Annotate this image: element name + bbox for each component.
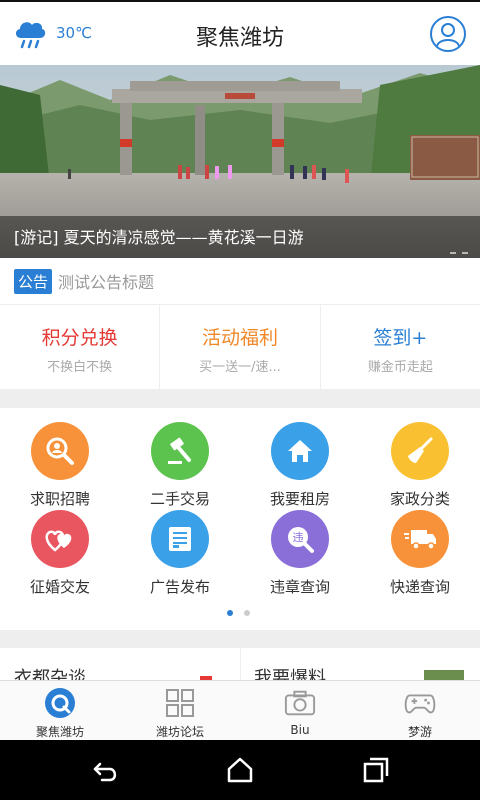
- service-label: 求职招聘: [29, 490, 90, 508]
- feed-card-thumbnail: [424, 670, 464, 680]
- service-item-secondhand[interactable]: 二手交易: [120, 422, 240, 509]
- user-avatar-icon[interactable]: [429, 15, 467, 53]
- service-label: 征婚交友: [29, 578, 90, 596]
- quick-card-welfare[interactable]: 活动福利 买一送一/速...: [160, 305, 321, 389]
- feed-preview: 衣都杂谈 我要爆料: [0, 648, 480, 680]
- focus-icon: [44, 687, 76, 719]
- notice-badge: 公告: [14, 268, 53, 294]
- service-grid: 求职招聘 二手交易 我要租房 家政分类 征婚交友 广告发布 违 违章查询 快递查…: [0, 408, 480, 630]
- gamepad-icon: [404, 687, 436, 719]
- grid-icon: [164, 687, 196, 719]
- service-item-express[interactable]: 快递查询: [360, 510, 480, 597]
- service-item-jobs[interactable]: 求职招聘: [0, 422, 120, 509]
- quick-card-points[interactable]: 积分兑换 不换白不换: [0, 305, 161, 389]
- tab-focus[interactable]: 聚焦潍坊: [0, 681, 120, 740]
- feed-card-title[interactable]: 我要爆料: [254, 664, 326, 680]
- back-icon[interactable]: [92, 756, 120, 784]
- broom-icon: [391, 422, 449, 480]
- tab-forum[interactable]: 潍坊论坛: [120, 681, 240, 740]
- banner-caption[interactable]: [游记] 夏天的清凉感觉——黄花溪一日游: [14, 224, 304, 248]
- banner-carousel[interactable]: [游记] 夏天的清凉感觉——黄花溪一日游: [0, 65, 480, 258]
- home-icon[interactable]: [226, 756, 254, 784]
- violation-search-icon: 违: [271, 510, 329, 568]
- service-item-ads[interactable]: 广告发布: [120, 510, 240, 597]
- quick-card-subtitle: 买一送一/速...: [199, 360, 281, 375]
- quick-card-title: 活动福利: [201, 327, 278, 349]
- service-label: 广告发布: [149, 578, 210, 596]
- notice-bar[interactable]: 公告 测试公告标题: [0, 258, 480, 305]
- tab-label: Biu: [290, 723, 310, 737]
- app-header: 30℃ 聚焦潍坊: [0, 2, 480, 65]
- tab-label: 聚焦潍坊: [35, 725, 84, 739]
- service-label: 家政分类: [389, 490, 450, 508]
- section-divider: [0, 630, 480, 648]
- tab-biu[interactable]: Biu: [240, 681, 360, 740]
- quick-card-title: 积分兑换: [41, 327, 118, 349]
- quick-card-subtitle: 不换白不换: [47, 360, 113, 375]
- svg-text:违: 违: [293, 531, 304, 544]
- service-item-violation[interactable]: 违 违章查询: [240, 510, 360, 597]
- hammer-icon: [151, 422, 209, 480]
- service-label: 我要租房: [269, 490, 330, 508]
- feed-card-title[interactable]: 衣都杂谈: [14, 664, 86, 680]
- grid-page-indicator: [227, 610, 250, 616]
- quick-card-checkin[interactable]: 签到+ 赚金币走起: [321, 305, 480, 389]
- service-label: 二手交易: [149, 490, 210, 508]
- job-search-icon: [31, 422, 89, 480]
- bottom-tab-bar: 聚焦潍坊 潍坊论坛 Biu 梦游: [0, 680, 480, 740]
- service-item-rental[interactable]: 我要租房: [240, 422, 360, 509]
- notice-text: 测试公告标题: [58, 273, 155, 292]
- camera-icon: [284, 687, 316, 719]
- app-title: 聚焦潍坊: [195, 26, 284, 51]
- quick-card-subtitle: 赚金币走起: [367, 360, 433, 375]
- document-icon: [151, 510, 209, 568]
- section-divider: [0, 389, 480, 408]
- page-dot-active: [227, 610, 233, 616]
- service-item-housekeeping[interactable]: 家政分类: [360, 422, 480, 509]
- quick-actions: 积分兑换 不换白不换 活动福利 买一送一/速... 签到+ 赚金币走起: [0, 305, 480, 389]
- feed-divider: [240, 648, 241, 680]
- page-dot: [244, 610, 250, 616]
- hearts-icon: [31, 510, 89, 568]
- service-item-dating[interactable]: 征婚交友: [0, 510, 120, 597]
- system-nav-bar: [0, 740, 480, 800]
- banner-indicator: [450, 252, 468, 254]
- service-label: 快递查询: [389, 578, 450, 596]
- tab-label: 潍坊论坛: [155, 725, 204, 739]
- service-label: 违章查询: [269, 578, 330, 596]
- quick-card-title: 签到+: [373, 327, 428, 349]
- tab-label: 梦游: [407, 725, 432, 739]
- recents-icon[interactable]: [362, 756, 390, 784]
- tab-dream[interactable]: 梦游: [360, 681, 480, 740]
- truck-icon: [391, 510, 449, 568]
- house-icon: [271, 422, 329, 480]
